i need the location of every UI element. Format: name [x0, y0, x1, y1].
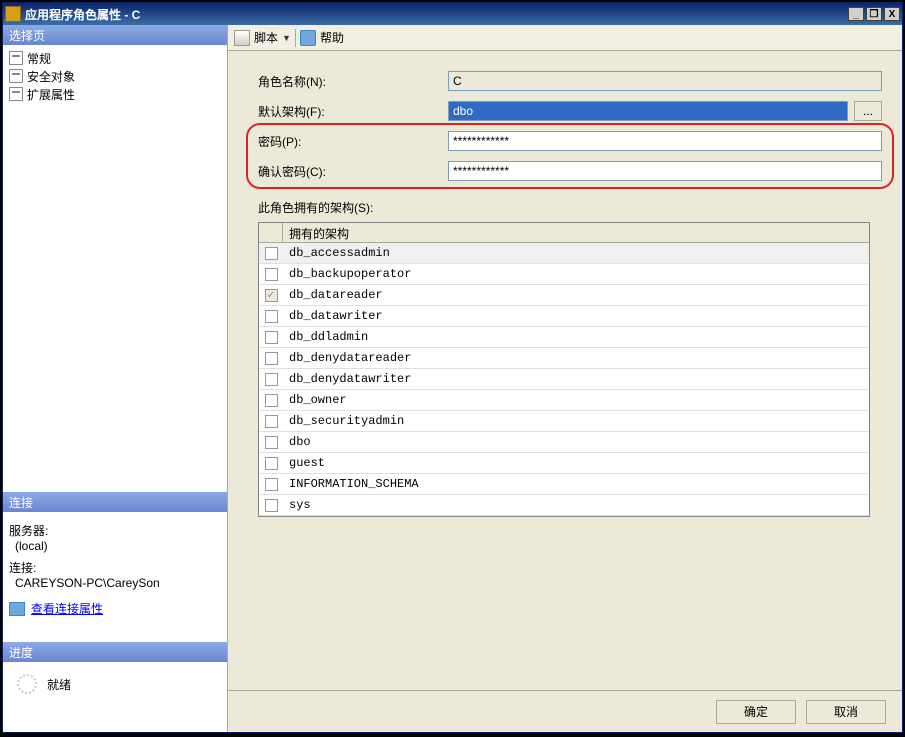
content-area: 角色名称(N): 默认架构(F): ... 密码(P): 确认密码(C): [228, 51, 902, 690]
schema-name: db_ddladmin [283, 330, 869, 344]
schema-checkbox[interactable] [265, 268, 278, 281]
schema-checkbox[interactable] [265, 373, 278, 386]
connection-header: 连接 [3, 492, 227, 512]
schema-checkbox[interactable] [265, 310, 278, 323]
connection-panel: 服务器: (local) 连接: CAREYSON-PC\CareySon 查看… [3, 512, 227, 642]
table-row[interactable]: guest [259, 453, 869, 474]
dialog-footer: 确定 取消 [228, 690, 902, 732]
role-name-label: 角色名称(N): [258, 73, 448, 90]
table-row[interactable]: sys [259, 495, 869, 516]
role-name-input[interactable] [448, 71, 882, 91]
confirm-password-label: 确认密码(C): [258, 163, 448, 180]
schema-checkbox[interactable] [265, 352, 278, 365]
schema-name: db_datawriter [283, 309, 869, 323]
schema-table-header: 拥有的架构 [259, 223, 869, 243]
progress-header: 进度 [3, 642, 227, 662]
schema-table: 拥有的架构 db_accessadmin db_backupoperator ✓ db… [258, 222, 870, 517]
schema-checkbox[interactable] [265, 499, 278, 512]
password-highlight: 密码(P): 确认密码(C): [246, 123, 894, 189]
conn-value: CAREYSON-PC\CareySon [15, 576, 221, 590]
schema-checkbox[interactable] [265, 331, 278, 344]
schema-name: db_denydatawriter [283, 372, 869, 386]
page-icon [9, 69, 23, 83]
schema-checkbox[interactable]: ✓ [265, 289, 278, 302]
schema-name: guest [283, 456, 869, 470]
sidebar-item-general[interactable]: 常规 [9, 49, 221, 67]
table-row[interactable]: db_ddladmin [259, 327, 869, 348]
table-row[interactable]: db_accessadmin [259, 243, 869, 264]
server-label: 服务器: [9, 522, 221, 539]
schema-name: INFORMATION_SCHEMA [283, 477, 869, 491]
password-label: 密码(P): [258, 133, 448, 150]
schema-name: sys [283, 498, 869, 512]
close-button[interactable]: X [884, 7, 900, 21]
help-icon [300, 30, 316, 46]
page-icon [9, 51, 23, 65]
schema-checkbox[interactable] [265, 478, 278, 491]
schema-name: db_datareader [283, 288, 869, 302]
confirm-password-input[interactable] [448, 161, 882, 181]
table-row[interactable]: db_denydatareader [259, 348, 869, 369]
schema-name: db_owner [283, 393, 869, 407]
schema-column-header: 拥有的架构 [283, 223, 869, 242]
schema-checkbox[interactable] [265, 394, 278, 407]
table-row[interactable]: db_securityadmin [259, 411, 869, 432]
script-button[interactable]: 脚本 [254, 29, 278, 46]
window-frame: 应用程序角色属性 - C _ ❐ X 选择页 常规 安全对象 扩展属性 连接 服… [2, 2, 903, 733]
ready-label: 就绪 [47, 676, 71, 693]
table-row[interactable]: ✓ db_datareader [259, 285, 869, 306]
default-schema-label: 默认架构(F): [258, 103, 448, 120]
schema-name: db_securityadmin [283, 414, 869, 428]
schema-name: dbo [283, 435, 869, 449]
schemas-owned-label: 此角色拥有的架构(S): [258, 199, 882, 216]
titlebar: 应用程序角色属性 - C _ ❐ X [3, 3, 902, 25]
table-row[interactable]: db_datawriter [259, 306, 869, 327]
browse-schema-button[interactable]: ... [854, 101, 882, 121]
app-icon [5, 6, 21, 22]
table-row[interactable]: db_owner [259, 390, 869, 411]
view-connection-link[interactable]: 查看连接属性 [31, 600, 103, 617]
password-input[interactable] [448, 131, 882, 151]
spinner-icon [17, 674, 37, 694]
schema-name: db_denydatareader [283, 351, 869, 365]
schema-checkbox[interactable] [265, 436, 278, 449]
restore-button[interactable]: ❐ [866, 7, 882, 21]
minimize-button[interactable]: _ [848, 7, 864, 21]
table-row[interactable]: db_denydatawriter [259, 369, 869, 390]
sidebar-item-securables[interactable]: 安全对象 [9, 67, 221, 85]
help-button[interactable]: 帮助 [320, 29, 344, 46]
toolbar: 脚本 ▼ 帮助 [228, 25, 902, 51]
schema-checkbox[interactable] [265, 457, 278, 470]
table-row[interactable]: db_backupoperator [259, 264, 869, 285]
default-schema-input[interactable] [448, 101, 848, 121]
main-panel: 脚本 ▼ 帮助 角色名称(N): 默认架构(F): ... [228, 25, 902, 732]
ok-button[interactable]: 确定 [716, 700, 796, 724]
schema-name: db_accessadmin [283, 246, 869, 260]
script-dropdown-icon[interactable]: ▼ [282, 33, 291, 43]
progress-panel: 就绪 [3, 662, 227, 732]
separator [295, 29, 296, 47]
page-icon [9, 87, 23, 101]
script-icon [234, 30, 250, 46]
cancel-button[interactable]: 取消 [806, 700, 886, 724]
conn-label: 连接: [9, 559, 221, 576]
server-value: (local) [15, 539, 221, 553]
schema-checkbox[interactable] [265, 247, 278, 260]
table-row[interactable]: dbo [259, 432, 869, 453]
schema-name: db_backupoperator [283, 267, 869, 281]
window-title: 应用程序角色属性 - C [25, 6, 848, 23]
page-list: 常规 安全对象 扩展属性 [3, 45, 227, 492]
connection-properties-icon [9, 602, 25, 616]
sidebar: 选择页 常规 安全对象 扩展属性 连接 服务器: (local) 连接: CAR… [3, 25, 228, 732]
sidebar-item-extended[interactable]: 扩展属性 [9, 85, 221, 103]
table-row[interactable]: INFORMATION_SCHEMA [259, 474, 869, 495]
schema-checkbox[interactable] [265, 415, 278, 428]
select-page-header: 选择页 [3, 25, 227, 45]
